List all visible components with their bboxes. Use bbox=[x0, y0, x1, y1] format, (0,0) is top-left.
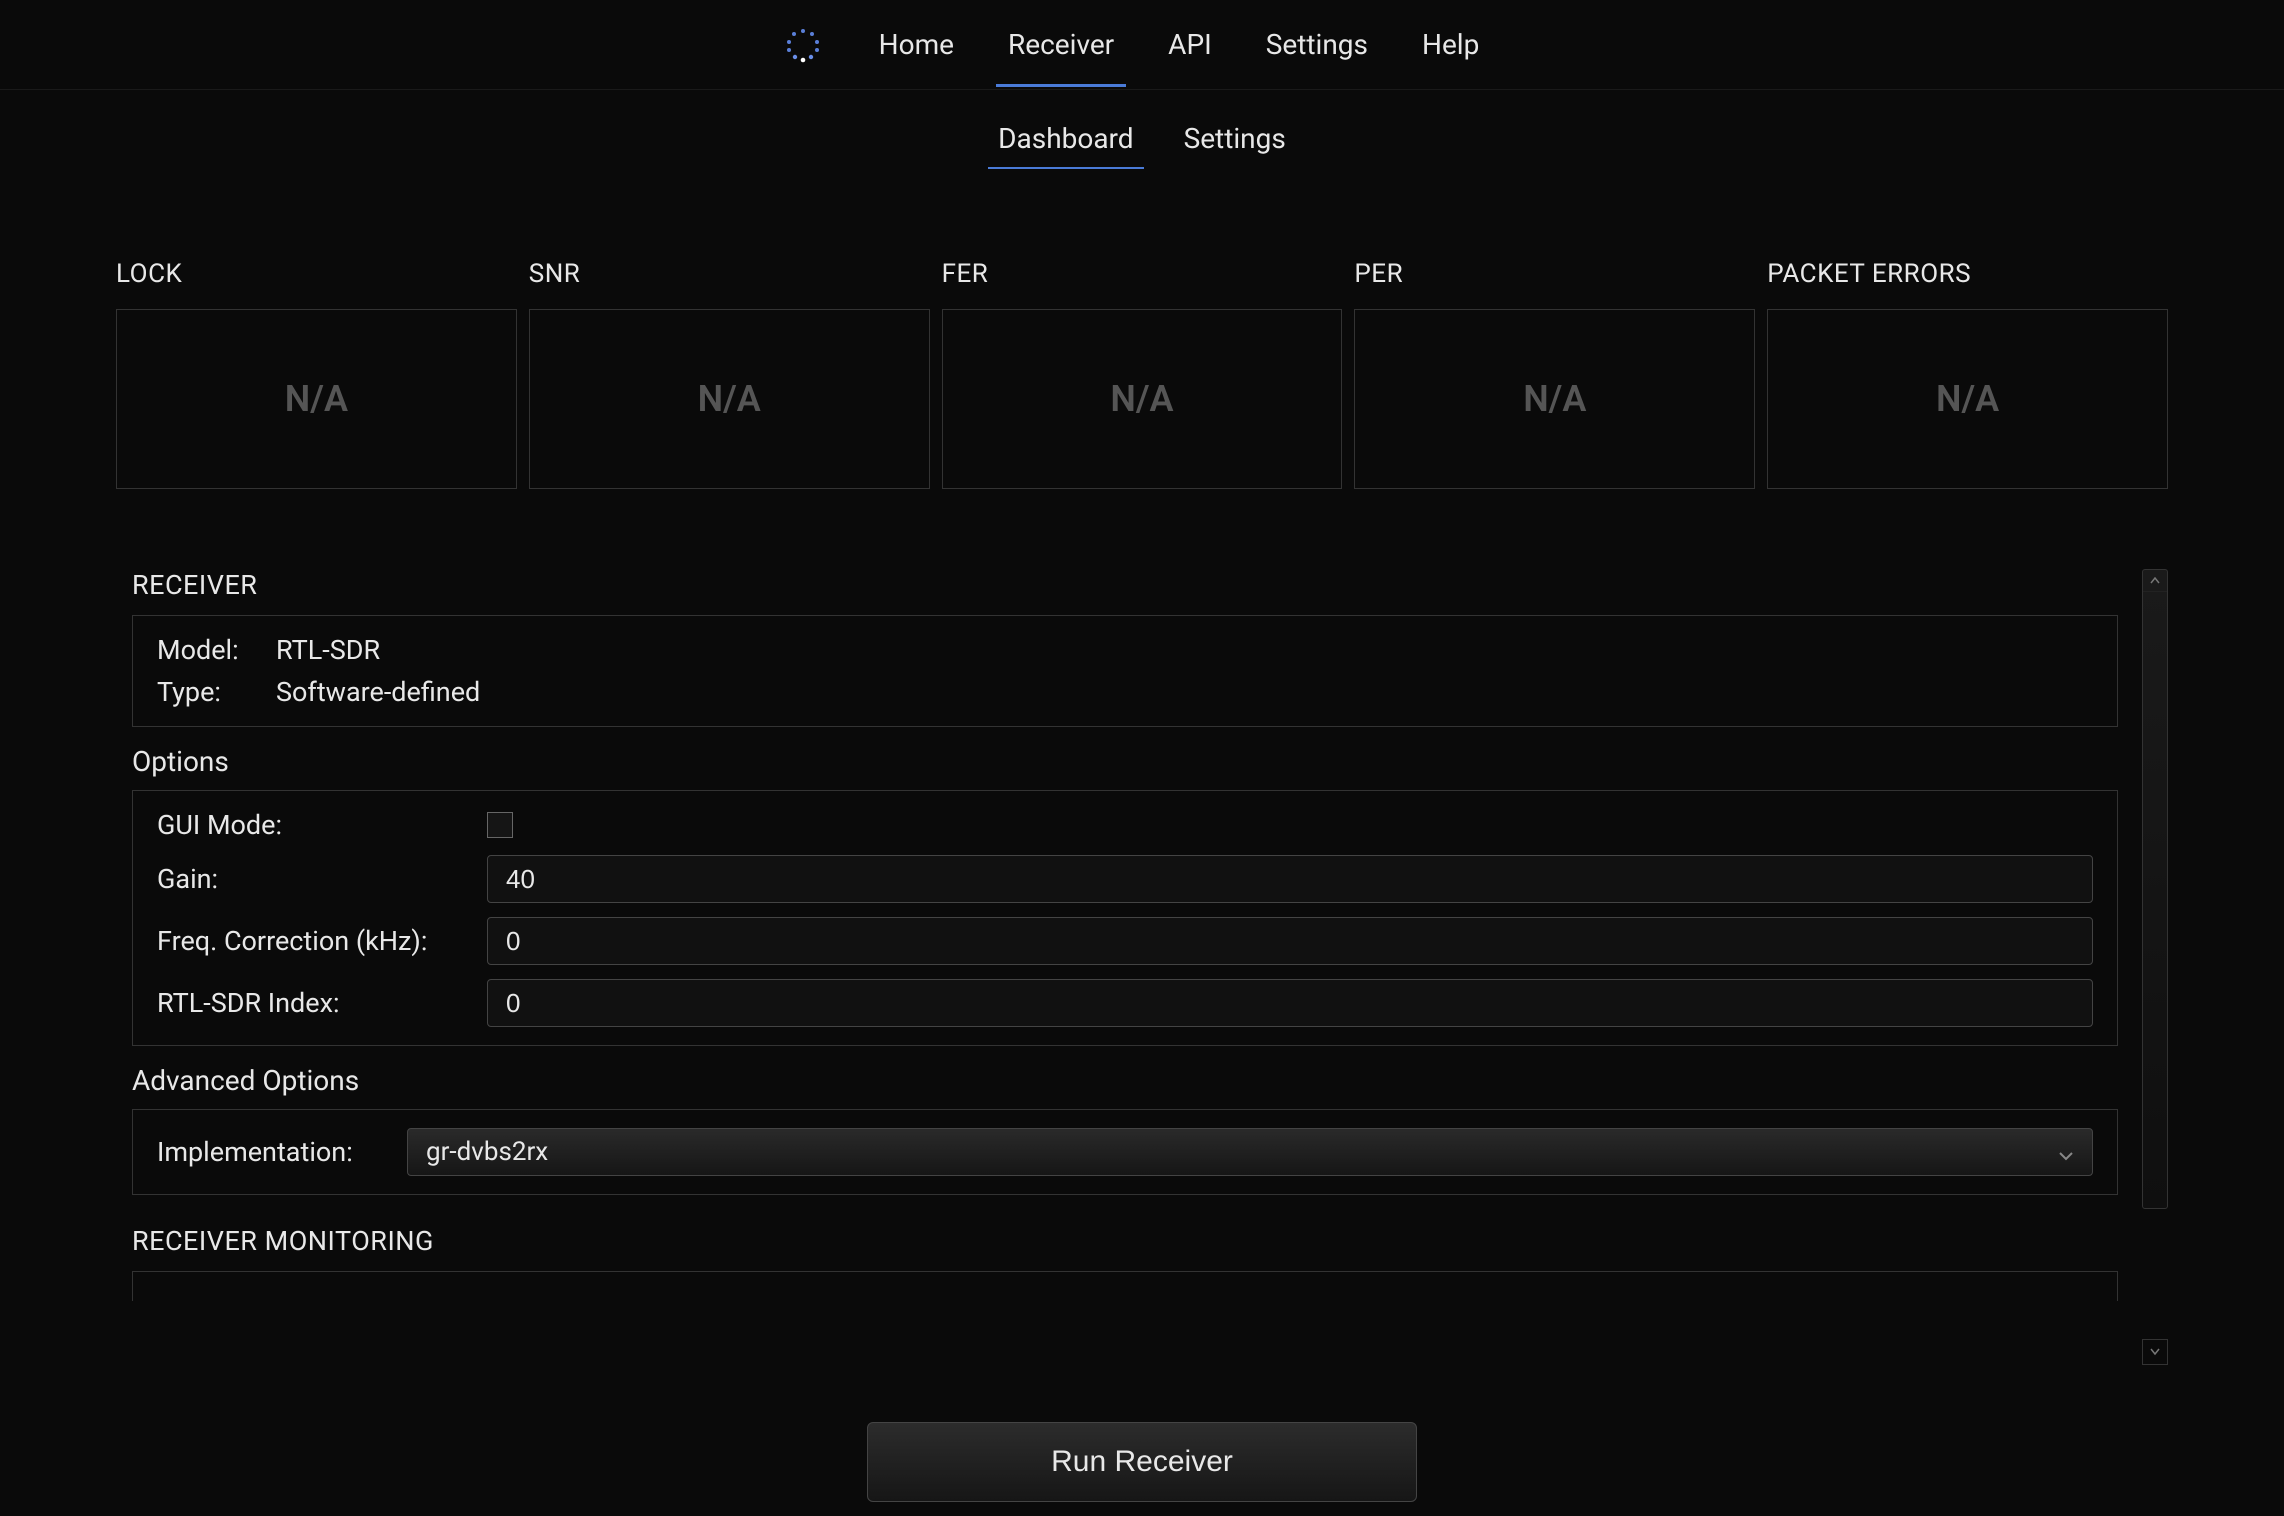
app-logo-icon bbox=[783, 25, 823, 65]
stat-lock: LOCK N/A bbox=[116, 259, 517, 489]
implementation-row: Implementation: gr-dvbs2rx bbox=[157, 1128, 2093, 1176]
model-row: Model: RTL-SDR bbox=[157, 634, 2093, 666]
scrollbar[interactable] bbox=[2142, 569, 2168, 1209]
implementation-label: Implementation: bbox=[157, 1136, 407, 1168]
type-label: Type: bbox=[157, 676, 252, 708]
gain-label: Gain: bbox=[157, 863, 487, 895]
tab-settings[interactable]: Settings bbox=[1174, 108, 1296, 169]
stat-label: PACKET ERRORS bbox=[1767, 259, 2168, 289]
stat-box: N/A bbox=[116, 309, 517, 489]
nav-settings[interactable]: Settings bbox=[1244, 2, 1390, 87]
rtl-index-input[interactable] bbox=[487, 979, 2093, 1027]
stat-value: N/A bbox=[1936, 378, 1999, 420]
gain-row: Gain: bbox=[157, 855, 2093, 903]
sub-nav: Dashboard Settings bbox=[0, 108, 2284, 169]
freq-correction-row: Freq. Correction (kHz): bbox=[157, 917, 2093, 965]
stat-snr: SNR N/A bbox=[529, 259, 930, 489]
top-nav: Home Receiver API Settings Help bbox=[0, 0, 2284, 90]
stat-label: SNR bbox=[529, 259, 930, 289]
footer: Run Receiver bbox=[0, 1408, 2284, 1516]
main-content: LOCK N/A SNR N/A FER N/A PER N/A PACKET … bbox=[0, 169, 2284, 1301]
model-label: Model: bbox=[157, 634, 252, 666]
stat-fer: FER N/A bbox=[942, 259, 1343, 489]
stat-box: N/A bbox=[529, 309, 930, 489]
scroll-up-icon[interactable] bbox=[2143, 570, 2167, 592]
tab-dashboard[interactable]: Dashboard bbox=[988, 108, 1143, 169]
freq-correction-label: Freq. Correction (kHz): bbox=[157, 925, 487, 957]
scroll-down-button[interactable] bbox=[2142, 1339, 2168, 1365]
monitoring-section-title: RECEIVER MONITORING bbox=[132, 1225, 2118, 1257]
nav-help[interactable]: Help bbox=[1400, 2, 1501, 87]
gui-mode-row: GUI Mode: bbox=[157, 809, 2093, 841]
stat-value: N/A bbox=[1110, 378, 1173, 420]
nav-receiver[interactable]: Receiver bbox=[986, 2, 1136, 87]
nav-home[interactable]: Home bbox=[857, 2, 976, 87]
gui-mode-label: GUI Mode: bbox=[157, 809, 487, 841]
run-receiver-button[interactable]: Run Receiver bbox=[867, 1422, 1417, 1502]
type-row: Type: Software-defined bbox=[157, 676, 2093, 708]
stat-label: LOCK bbox=[116, 259, 517, 289]
model-value: RTL-SDR bbox=[276, 634, 380, 666]
freq-correction-input[interactable] bbox=[487, 917, 2093, 965]
stat-box: N/A bbox=[1354, 309, 1755, 489]
nav-api[interactable]: API bbox=[1146, 2, 1234, 87]
stat-box: N/A bbox=[1767, 309, 2168, 489]
stats-row: LOCK N/A SNR N/A FER N/A PER N/A PACKET … bbox=[116, 259, 2168, 489]
stat-value: N/A bbox=[1523, 378, 1586, 420]
stat-label: PER bbox=[1354, 259, 1755, 289]
stat-value: N/A bbox=[285, 378, 348, 420]
stat-value: N/A bbox=[698, 378, 761, 420]
scroll-area: RECEIVER Model: RTL-SDR Type: Software-d… bbox=[116, 569, 2168, 1301]
monitoring-panel bbox=[132, 1271, 2118, 1301]
advanced-options-title: Advanced Options bbox=[132, 1064, 2118, 1097]
gui-mode-checkbox[interactable] bbox=[487, 812, 513, 838]
rtl-index-row: RTL-SDR Index: bbox=[157, 979, 2093, 1027]
stat-packet-errors: PACKET ERRORS N/A bbox=[1767, 259, 2168, 489]
stat-label: FER bbox=[942, 259, 1343, 289]
rtl-index-label: RTL-SDR Index: bbox=[157, 987, 487, 1019]
type-value: Software-defined bbox=[276, 676, 480, 708]
advanced-options-panel: Implementation: gr-dvbs2rx bbox=[132, 1109, 2118, 1195]
receiver-info-panel: Model: RTL-SDR Type: Software-defined bbox=[132, 615, 2118, 727]
implementation-select-wrapper: gr-dvbs2rx bbox=[407, 1128, 2093, 1176]
options-title: Options bbox=[132, 745, 2118, 778]
receiver-section-title: RECEIVER bbox=[132, 569, 2118, 601]
implementation-select[interactable]: gr-dvbs2rx bbox=[407, 1128, 2093, 1176]
stat-per: PER N/A bbox=[1354, 259, 1755, 489]
stat-box: N/A bbox=[942, 309, 1343, 489]
options-panel: GUI Mode: Gain: Freq. Correction (kHz): … bbox=[132, 790, 2118, 1046]
gain-input[interactable] bbox=[487, 855, 2093, 903]
